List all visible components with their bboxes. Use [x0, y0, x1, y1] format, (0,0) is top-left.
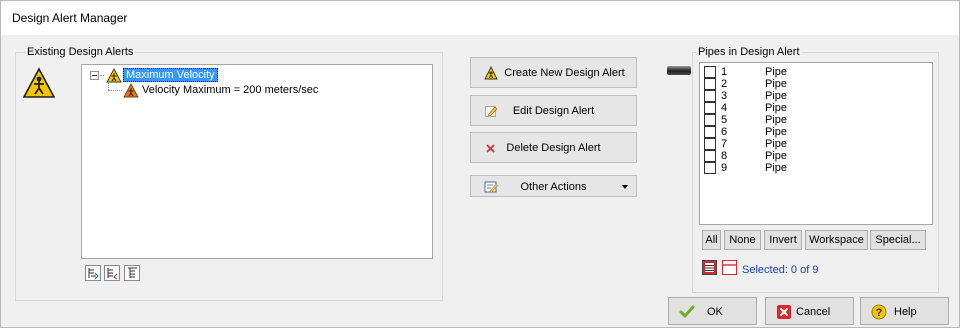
selected-count: Selected: 0 of 9	[742, 264, 819, 276]
design-alert-manager-window: Design Alert Manager Existing Design Ale…	[0, 0, 960, 328]
list-item[interactable]: 9 Pipe	[704, 162, 930, 174]
tree-connector	[100, 75, 104, 76]
select-none-button[interactable]: None	[724, 230, 761, 250]
design-alert-icon	[106, 68, 122, 83]
other-actions-label: Other Actions	[520, 181, 587, 193]
create-new-design-alert-label: Create New Design Alert	[504, 67, 625, 79]
pipe-checkbox[interactable]	[704, 114, 716, 126]
pipe-checkbox[interactable]	[704, 66, 716, 78]
title-bar: Design Alert Manager	[1, 1, 959, 35]
checkmark-icon	[679, 305, 695, 319]
existing-design-alerts-label: Existing Design Alerts	[25, 46, 136, 58]
tree-node-velocity-maximum[interactable]: Velocity Maximum = 200 meters/sec	[142, 84, 318, 96]
edit-design-alert-label: Edit Design Alert	[512, 105, 595, 117]
design-alerts-tree[interactable]: Maximum Velocity Velocity Maximum = 200 …	[81, 64, 433, 259]
warning-icon	[123, 83, 139, 98]
pipe-number: 5	[721, 114, 728, 126]
list-item[interactable]: 4 Pipe	[704, 102, 930, 114]
pipe-type: Pipe	[765, 162, 788, 174]
help-label: Help	[894, 306, 917, 318]
split-view-icon	[723, 264, 736, 266]
pipe-type: Pipe	[765, 66, 788, 78]
chevron-down-icon	[622, 185, 628, 189]
pipe-number: 8	[721, 150, 728, 162]
pipe-number: 2	[721, 78, 728, 90]
pipe-number: 1	[721, 66, 728, 78]
pipe-checkbox[interactable]	[704, 138, 716, 150]
collapse-node-icon[interactable]	[90, 71, 99, 80]
list-item[interactable]: 8 Pipe	[704, 150, 930, 162]
list-item[interactable]: 2 Pipe	[704, 78, 930, 90]
pipe-number: 4	[721, 102, 728, 114]
expand-tree-icon	[88, 268, 99, 279]
expand-tree-button[interactable]	[85, 265, 101, 281]
collapse-tree-icon	[107, 268, 118, 279]
pipe-type: Pipe	[765, 78, 788, 90]
delete-design-alert-button[interactable]: Delete Design Alert	[470, 132, 637, 163]
tree-options-icon	[128, 267, 137, 278]
special-select-button[interactable]: Special...	[870, 230, 926, 250]
delete-design-alert-label: Delete Design Alert	[506, 142, 601, 154]
pipe-type: Pipe	[765, 126, 788, 138]
help-icon: ?	[871, 304, 887, 320]
list-item[interactable]: 3 Pipe	[704, 90, 930, 102]
list-view-icon	[705, 263, 714, 272]
pipe-type: Pipe	[765, 138, 788, 150]
pipe-number: 3	[721, 90, 728, 102]
list-item[interactable]: 1 Pipe	[704, 66, 930, 78]
edit-design-alert-button[interactable]: Edit Design Alert	[470, 95, 637, 126]
pipe-number: 6	[721, 126, 728, 138]
tree-node-maximum-velocity[interactable]: Maximum Velocity	[123, 68, 218, 82]
ok-label: OK	[707, 306, 723, 318]
pipe-icon	[667, 66, 691, 75]
pipe-checkbox[interactable]	[704, 162, 716, 174]
help-button[interactable]: ? Help	[860, 297, 949, 325]
cancel-label: Cancel	[796, 306, 831, 318]
other-actions-dropdown[interactable]: Other Actions	[470, 175, 637, 197]
list-item[interactable]: 6 Pipe	[704, 126, 930, 138]
tree-connector	[108, 90, 122, 91]
window-title: Design Alert Manager	[12, 11, 128, 25]
collapse-tree-button[interactable]	[104, 265, 120, 281]
pipe-type: Pipe	[765, 102, 788, 114]
list-item[interactable]: 5 Pipe	[704, 114, 930, 126]
design-alert-icon	[23, 67, 55, 98]
pipes-checklist[interactable]: 1 Pipe 2 Pipe 3 Pipe 4 Pipe 5 Pipe 6 Pip…	[699, 62, 933, 225]
pipe-checkbox[interactable]	[704, 150, 716, 162]
list-item[interactable]: 7 Pipe	[704, 138, 930, 150]
create-new-design-alert-button[interactable]: Create New Design Alert	[470, 57, 637, 88]
select-workspace-button[interactable]: Workspace	[805, 230, 868, 250]
pipe-checkbox[interactable]	[704, 78, 716, 90]
pipe-type: Pipe	[765, 114, 788, 126]
pipe-type: Pipe	[765, 90, 788, 102]
pipe-checkbox[interactable]	[704, 126, 716, 138]
list-view-button[interactable]	[702, 260, 717, 275]
pipe-type: Pipe	[765, 150, 788, 162]
close-icon	[777, 305, 791, 319]
cancel-button[interactable]: Cancel	[765, 297, 854, 325]
split-view-button[interactable]	[722, 260, 737, 275]
pipes-in-design-alert-label: Pipes in Design Alert	[696, 46, 802, 58]
select-all-button[interactable]: All	[702, 230, 721, 250]
invert-selection-button[interactable]: Invert	[764, 230, 802, 250]
pipe-checkbox[interactable]	[704, 102, 716, 114]
pipe-checkbox[interactable]	[704, 90, 716, 102]
pipe-number: 9	[721, 162, 728, 174]
pipe-number: 7	[721, 138, 728, 150]
ok-button[interactable]: OK	[668, 297, 757, 325]
tree-options-button[interactable]	[124, 265, 140, 281]
svg-text:?: ?	[876, 307, 883, 319]
